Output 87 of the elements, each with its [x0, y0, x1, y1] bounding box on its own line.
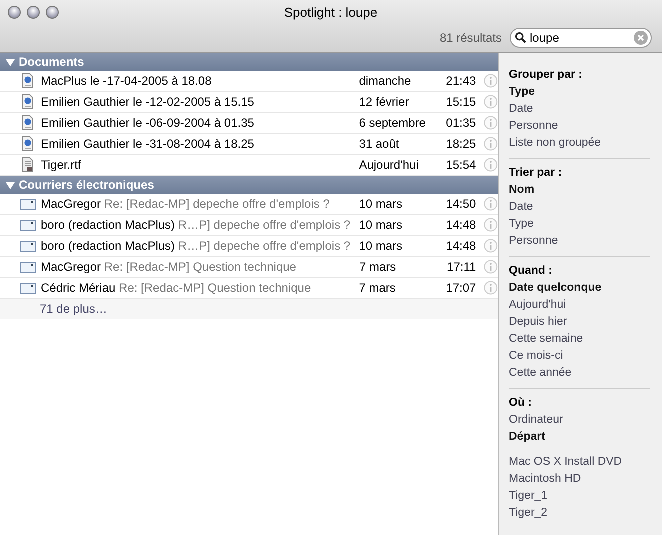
section-heading: Trier par : — [509, 166, 564, 181]
info-icon[interactable] — [484, 74, 498, 88]
result-time: 17:11 — [446, 260, 476, 274]
close-button[interactable] — [8, 6, 21, 18]
group-header[interactable]: Documents — [0, 53, 498, 71]
result-name[interactable]: boro (redaction MacPlus) R…P] depeche offre d'emplois ? — [41, 218, 360, 232]
info-icon[interactable] — [484, 218, 498, 232]
search-icon — [515, 32, 527, 44]
result-date: 10 mars — [359, 218, 404, 232]
section-heading: Quand : — [509, 264, 554, 279]
info-icon[interactable] — [484, 95, 498, 109]
result-time: 14:48 — [446, 239, 476, 253]
filter-option[interactable]: Cette année — [509, 365, 638, 382]
result-date: 7 mars — [359, 260, 398, 274]
filter-option[interactable]: Type — [509, 216, 638, 233]
window-title: Spotlight : loupe — [284, 4, 378, 20]
info-icon[interactable] — [484, 197, 498, 211]
result-date: Aujourd'hui — [359, 158, 420, 172]
result-date: 6 septembre — [359, 116, 427, 130]
search-field[interactable]: loupe — [510, 28, 652, 48]
web-document-icon — [20, 73, 36, 89]
info-icon[interactable] — [484, 158, 498, 172]
volume-option[interactable]: Mac OS X Install DVD — [509, 454, 638, 471]
filter-option[interactable]: Date — [509, 101, 638, 118]
info-icon[interactable] — [484, 137, 498, 151]
filter-option[interactable]: Cette semaine — [509, 331, 638, 348]
filter-option[interactable]: Date — [509, 199, 638, 216]
mail-icon — [20, 280, 36, 296]
result-name[interactable]: Tiger.rtf — [41, 158, 360, 172]
web-document-icon — [20, 136, 36, 152]
result-time: 01:35 — [446, 116, 476, 130]
filter-option[interactable]: Date quelconque — [509, 280, 638, 297]
mail-icon — [20, 238, 36, 254]
result-name[interactable]: Cédric Mériau Re: [Redac-MP] Question technique — [41, 281, 360, 295]
result-name[interactable]: Emilien Gauthier le -12-02-2005 à 15.15 — [41, 95, 360, 109]
mail-icon — [20, 196, 36, 212]
info-icon[interactable] — [484, 239, 498, 253]
result-time: 17:07 — [446, 281, 476, 295]
filter-option[interactable]: Type — [509, 84, 638, 101]
filter-option[interactable]: Personne — [509, 118, 638, 135]
result-date: 7 mars — [359, 281, 397, 295]
mail-icon — [20, 259, 36, 275]
group-header[interactable]: Courriers électroniques — [0, 176, 498, 194]
disclosure-icon — [6, 58, 15, 66]
info-icon[interactable] — [484, 281, 498, 295]
more-results-link[interactable]: 71 de plus… — [40, 302, 108, 316]
filter-option[interactable]: Départ — [509, 429, 638, 446]
result-date: 31 août — [359, 137, 400, 151]
result-name[interactable]: boro (redaction MacPlus) R…P] depeche offre d'emplois ? — [41, 239, 360, 253]
web-document-icon — [20, 115, 36, 131]
zoom-button[interactable] — [46, 6, 59, 18]
filter-option[interactable]: Ce mois-ci — [509, 348, 638, 365]
result-time: 14:50 — [446, 197, 476, 211]
section-heading: Grouper par : — [509, 68, 584, 83]
result-name[interactable]: MacGregor Re: [Redac-MP] Question technique — [41, 260, 360, 274]
minimize-button[interactable] — [27, 6, 40, 18]
result-time: 18:25 — [446, 137, 476, 151]
result-time: 15:15 — [446, 95, 476, 109]
result-date: 12 février — [359, 95, 410, 109]
result-name[interactable]: MacPlus le -17-04-2005 à 18.08 — [41, 74, 360, 88]
section-heading: Où : — [509, 396, 533, 411]
filter-option[interactable]: Liste non groupée — [509, 135, 638, 152]
result-time: 21:43 — [446, 74, 476, 88]
filter-option[interactable]: Ordinateur — [509, 412, 638, 429]
result-name[interactable]: Emilien Gauthier le -06-09-2004 à 01.35 — [41, 116, 360, 130]
info-icon[interactable] — [484, 116, 498, 130]
web-document-icon — [20, 94, 36, 110]
result-name[interactable]: MacGregor Re: [Redac-MP] depeche offre d'emplois ? — [41, 197, 360, 211]
result-name[interactable]: Emilien Gauthier le -31-08-2004 à 18.25 — [41, 137, 360, 151]
result-time: 15:54 — [446, 158, 476, 172]
result-date: 10 mars — [359, 239, 404, 253]
result-count: 81 résultats — [440, 31, 502, 45]
info-icon[interactable] — [484, 260, 498, 274]
filter-option[interactable]: Nom — [509, 182, 638, 199]
filter-option[interactable]: Aujourd'hui — [509, 297, 638, 314]
volume-option[interactable]: Tiger_1 — [509, 488, 638, 505]
filter-option[interactable]: Personne — [509, 233, 638, 250]
clear-icon[interactable] — [634, 31, 648, 45]
mail-icon — [20, 217, 36, 233]
result-date: 10 mars — [359, 197, 404, 211]
volume-option[interactable]: Macintosh HD — [509, 471, 638, 488]
result-date: dimanche — [359, 74, 412, 88]
result-time: 14:48 — [446, 218, 476, 232]
volume-option[interactable]: Tiger_2 — [509, 505, 638, 522]
text-document-icon — [20, 157, 36, 173]
disclosure-icon — [6, 180, 15, 190]
filter-option[interactable]: Depuis hier — [509, 314, 638, 331]
